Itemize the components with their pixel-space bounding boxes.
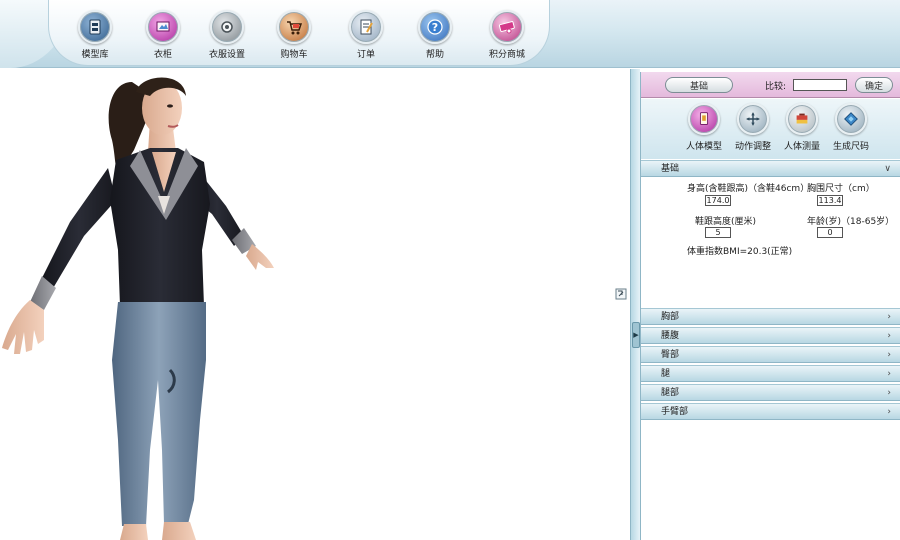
body-measure-icon <box>786 103 818 135</box>
body-model-icon <box>688 103 720 135</box>
panel-header: 基础 比较: 确定 <box>641 72 900 98</box>
section-basic-header[interactable]: 基础 ∨ <box>641 160 900 177</box>
section-basic-body: 身高(含鞋跟高)（含鞋46cm） 胸围尺寸（cm） 鞋跟高度(厘米) 年龄(岁)… <box>641 178 900 308</box>
chevron-right-icon: › <box>887 312 891 322</box>
toolbar-label: 购物车 <box>280 50 308 60</box>
toolbar-label: 模型库 <box>81 50 109 60</box>
section-legs-header[interactable]: 腿部 › <box>641 384 900 401</box>
collapse-panel-arrow-icon[interactable]: ▶ <box>632 322 640 348</box>
chevron-right-icon: › <box>887 331 891 341</box>
model-library-icon <box>78 10 112 44</box>
top-toolbar: 模型库 衣柜 衣服设置 购物车 订单 ? 帮助 积分商城 <box>0 0 900 68</box>
toolbar-label: 积分商城 <box>488 50 525 60</box>
body-measure-button[interactable]: 人体测量 <box>774 103 830 152</box>
panel-tool-label: 人体模型 <box>685 142 722 152</box>
right-panel: 基础 比较: 确定 人体模型 动作调整 人体测量 生成尺码 基础 ∨ 身高(含鞋… <box>640 72 900 540</box>
section-hip-header[interactable]: 臀部 › <box>641 346 900 363</box>
chevron-right-icon: › <box>887 369 891 379</box>
clothes-settings-icon <box>210 10 244 44</box>
avatar-model-image <box>2 77 274 540</box>
section-chest-header[interactable]: 胸部 › <box>641 308 900 325</box>
toolbar-clothes-settings-button[interactable]: 衣服设置 <box>197 10 257 60</box>
age-label: 年龄(岁)（18-65岁） <box>807 217 895 227</box>
mall-icon <box>490 10 524 44</box>
help-icon: ? <box>418 10 452 44</box>
toolbar-mall-button[interactable]: 积分商城 <box>477 10 537 60</box>
generate-size-button[interactable]: 生成尺码 <box>823 103 879 152</box>
shopping-cart-icon <box>277 10 311 44</box>
section-title: 手臂部 <box>661 407 689 417</box>
panel-tool-label: 动作调整 <box>734 142 771 152</box>
height-label: 身高(含鞋跟高)（含鞋46cm） <box>687 184 810 194</box>
section-waist-header[interactable]: 腰腹 › <box>641 327 900 344</box>
toolbar-order-button[interactable]: 订单 <box>336 10 396 60</box>
toolbar-label: 订单 <box>356 50 375 60</box>
chest-label: 胸围尺寸（cm） <box>807 184 875 194</box>
generate-size-icon <box>835 103 867 135</box>
confirm-button[interactable]: 确定 <box>855 77 893 93</box>
chevron-right-icon: › <box>887 407 891 417</box>
compare-input[interactable] <box>793 79 847 91</box>
panel-empty-area <box>641 422 900 540</box>
height-input[interactable] <box>705 195 731 206</box>
panel-tool-bar: 人体模型 动作调整 人体测量 生成尺码 <box>641 99 900 159</box>
chevron-right-icon: › <box>887 350 891 360</box>
section-title: 腿 <box>661 369 671 379</box>
svg-text:?: ? <box>432 21 438 34</box>
model-viewport[interactable] <box>0 69 630 540</box>
section-title: 臀部 <box>661 350 680 360</box>
section-title: 腿部 <box>661 388 680 398</box>
section-title: 胸部 <box>661 312 680 322</box>
basic-tab-button[interactable]: 基础 <box>665 77 733 93</box>
panel-tool-label: 人体测量 <box>783 142 820 152</box>
toolbar-label: 帮助 <box>425 50 444 60</box>
toolbar-label: 衣服设置 <box>208 50 245 60</box>
order-icon <box>349 10 383 44</box>
pose-adjust-button[interactable]: 动作调整 <box>725 103 781 152</box>
bmi-note: 体重指数BMI=20.3(正常) <box>687 247 793 257</box>
heel-height-label: 鞋跟高度(厘米) <box>695 217 757 227</box>
chevron-right-icon: › <box>887 388 891 398</box>
toolbar-shopping-cart-button[interactable]: 购物车 <box>264 10 324 60</box>
section-leg-header[interactable]: 腿 › <box>641 365 900 382</box>
section-title: 腰腹 <box>661 331 680 341</box>
pose-adjust-icon <box>737 103 769 135</box>
section-title: 基础 <box>661 164 680 174</box>
toolbar-wardrobe-button[interactable]: 衣柜 <box>133 10 193 60</box>
toolbar-label: 衣柜 <box>153 50 172 60</box>
chevron-down-icon: ∨ <box>884 164 891 174</box>
panel-tool-label: 生成尺码 <box>832 142 869 152</box>
chest-input[interactable] <box>817 195 843 206</box>
toolbar-help-button[interactable]: ? 帮助 <box>405 10 465 60</box>
wardrobe-icon <box>146 10 180 44</box>
fullscreen-icon[interactable] <box>615 288 627 300</box>
toolbar-model-library-button[interactable]: 模型库 <box>65 10 125 60</box>
viewport-splitter[interactable] <box>630 69 640 540</box>
age-input[interactable] <box>817 227 843 238</box>
heel-height-input[interactable] <box>705 227 731 238</box>
body-model-button[interactable]: 人体模型 <box>676 103 732 152</box>
compare-label: 比较: <box>765 82 787 92</box>
section-arm-header[interactable]: 手臂部 › <box>641 403 900 420</box>
